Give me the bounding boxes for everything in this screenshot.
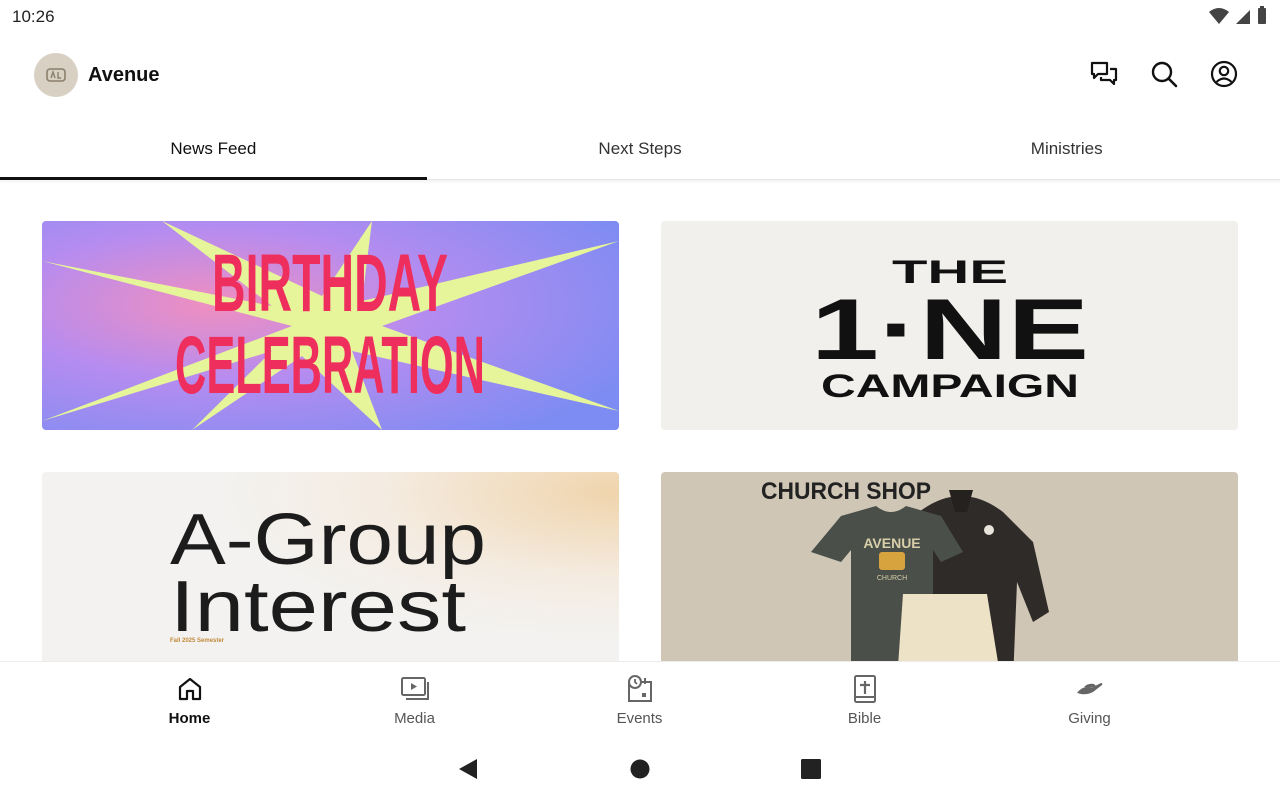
birthday-celebration-card[interactable]: BIRTHDAY CELEBRATION <box>42 221 619 430</box>
back-button[interactable] <box>457 757 479 786</box>
app-actions <box>1088 58 1240 90</box>
nav-bible[interactable]: Bible <box>752 662 977 739</box>
search-icon <box>1151 61 1178 88</box>
home-system-button[interactable] <box>630 759 650 784</box>
chat-button[interactable] <box>1088 58 1120 90</box>
battery-icon <box>1256 6 1268 31</box>
avenue-logo-icon <box>46 68 66 82</box>
nav-home-label: Home <box>168 710 211 727</box>
nav-events[interactable]: Events <box>527 662 752 739</box>
recents-icon <box>801 759 821 779</box>
shirt-text: AVENUE <box>863 535 920 551</box>
nav-media-label: Media <box>394 710 435 727</box>
news-feed: BIRTHDAY CELEBRATION THE 1·NE CAMPAIGN A… <box>0 180 1280 661</box>
nav-giving-label: Giving <box>1068 710 1111 727</box>
events-icon <box>625 674 655 704</box>
one-campaign-line2: 1·NE <box>811 282 1089 378</box>
back-icon <box>459 759 477 779</box>
tab-bar: News Feed Next Steps Ministries <box>0 118 1280 180</box>
tab-news-feed[interactable]: News Feed <box>0 118 427 180</box>
status-icons <box>1208 6 1268 31</box>
one-campaign-card[interactable]: THE 1·NE CAMPAIGN <box>661 221 1238 430</box>
a-group-caption: Fall 2025 Semester <box>170 638 225 644</box>
shorts-image <box>898 594 998 661</box>
birthday-line2: CELEBRATION <box>175 320 485 411</box>
wifi-icon <box>1208 6 1230 31</box>
nav-home[interactable]: Home <box>77 662 302 739</box>
nav-events-label: Events <box>616 710 663 727</box>
nav-media[interactable]: Media <box>302 662 527 739</box>
app-bar: Avenue <box>0 34 1280 118</box>
one-campaign-line3: CAMPAIGN <box>821 368 1079 404</box>
chat-icon <box>1090 61 1118 86</box>
search-button[interactable] <box>1148 58 1180 90</box>
church-logo-avatar[interactable] <box>34 53 78 97</box>
nav-giving[interactable]: Giving <box>977 662 1202 739</box>
birthday-line1: BIRTHDAY <box>212 238 448 329</box>
church-shop-card[interactable]: CHURCH SHOP AVENUE CHURCH <box>661 472 1238 661</box>
status-time: 10:26 <box>12 7 55 26</box>
church-shop-title: CHURCH SHOP <box>761 478 931 505</box>
tab-next-steps[interactable]: Next Steps <box>427 118 854 179</box>
account-icon <box>1210 60 1238 88</box>
recents-button[interactable] <box>801 759 821 784</box>
bottom-navigation: Home Media Events Bible Giving <box>0 661 1280 739</box>
nav-bible-label: Bible <box>847 710 882 727</box>
bible-icon <box>850 674 880 704</box>
giving-icon <box>1075 674 1105 704</box>
app-title: Avenue <box>88 64 160 86</box>
shirt-sub: CHURCH <box>877 575 907 582</box>
tab-ministries[interactable]: Ministries <box>853 118 1280 179</box>
home-icon <box>175 674 205 704</box>
a-group-line2: Interest <box>170 567 466 647</box>
system-navigation-bar <box>0 739 1280 800</box>
status-bar: 10:26 <box>0 0 1280 34</box>
signal-icon <box>1234 6 1252 31</box>
media-icon <box>400 674 430 704</box>
a-group-interest-card[interactable]: A-Group Interest Fall 2025 Semester <box>42 472 619 661</box>
profile-button[interactable] <box>1208 58 1240 90</box>
home-circle-icon <box>630 759 650 779</box>
